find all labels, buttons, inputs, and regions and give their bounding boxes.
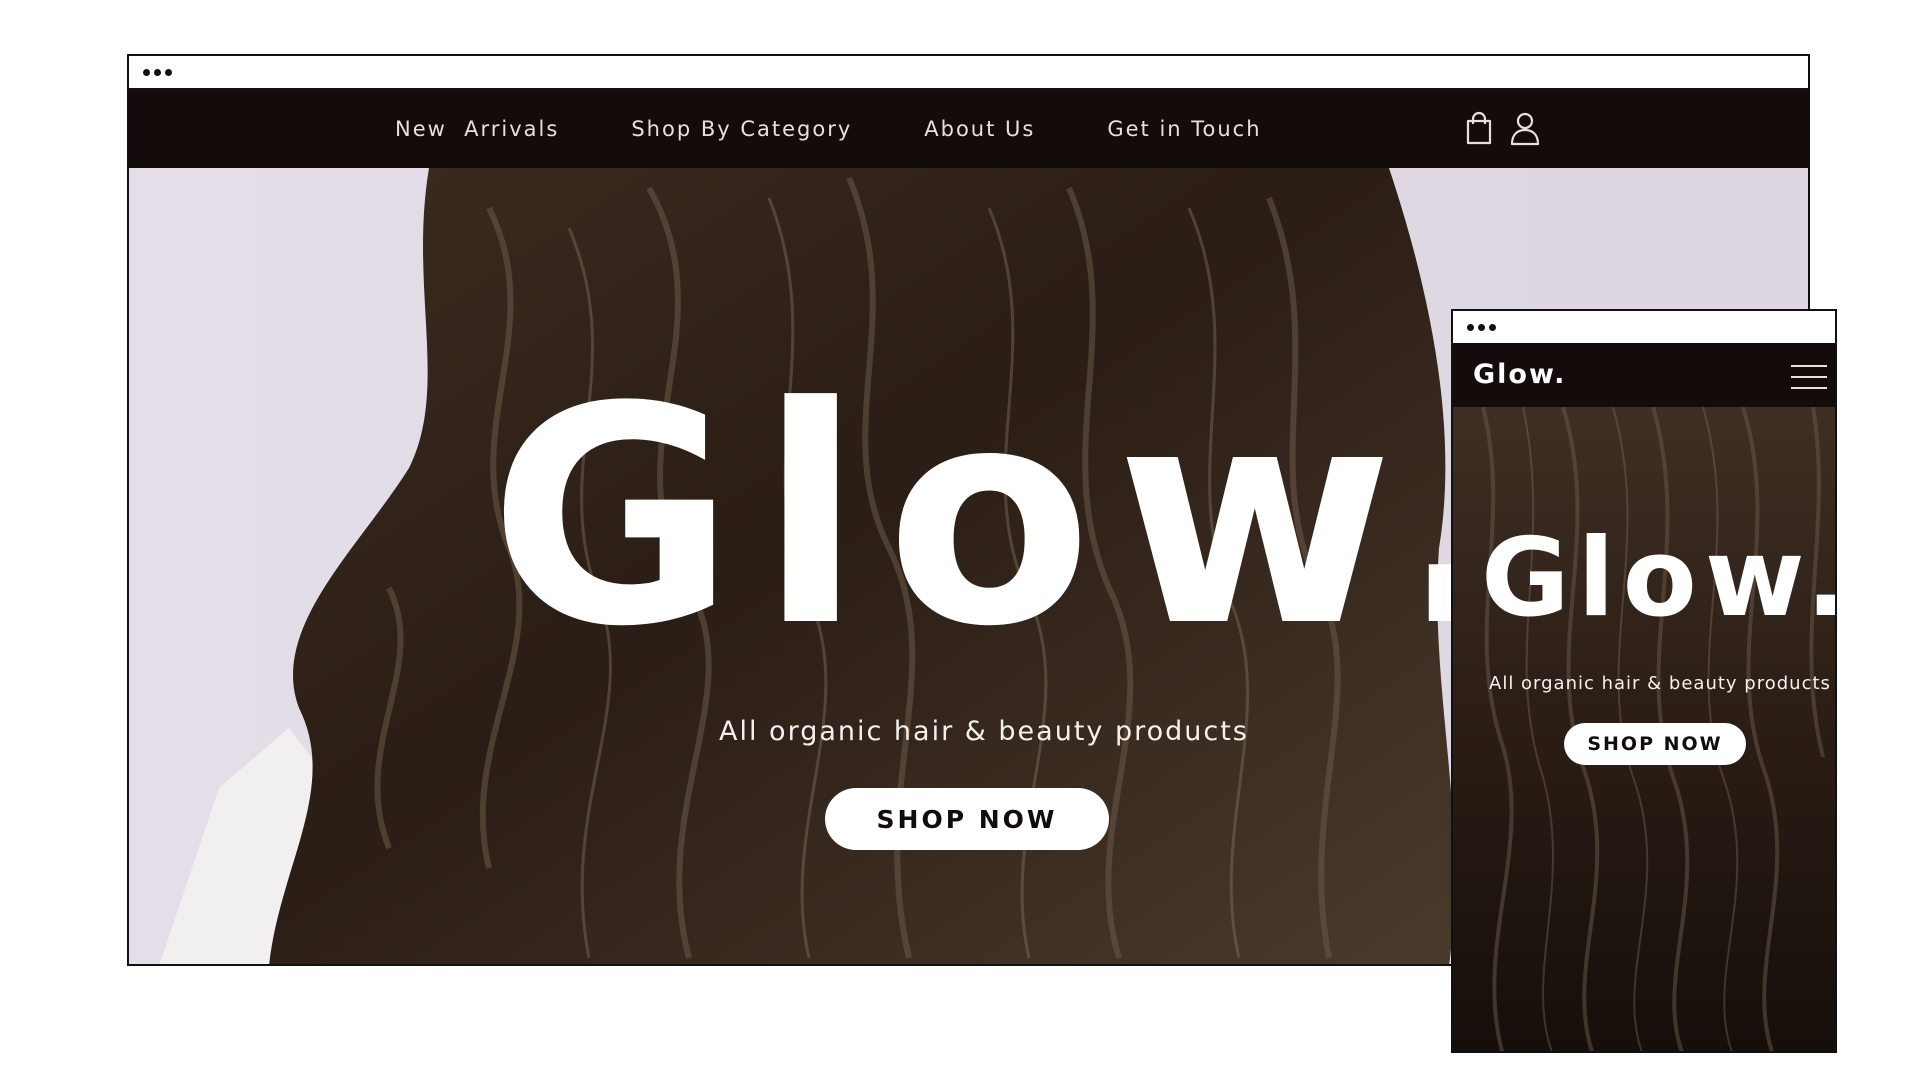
mobile-logo[interactable]: Glow. <box>1473 359 1566 390</box>
window-dot <box>1478 323 1485 331</box>
mobile-shop-now-button[interactable]: SHOP NOW <box>1564 723 1746 765</box>
window-dot <box>1489 323 1496 331</box>
hero-brand-title: Glow. <box>489 343 1537 692</box>
stage: New Arrivals Shop By Category About Us G… <box>0 0 1920 1080</box>
mobile-hero-brand-title: Glow. <box>1481 516 1835 641</box>
hamburger-menu-icon[interactable] <box>1789 363 1829 391</box>
nav-link-about-us[interactable]: About Us <box>924 117 1035 141</box>
mobile-hero-banner: Glow. All organic hair & beauty products… <box>1453 407 1835 1051</box>
nav-link-new-arrivals[interactable]: New Arrivals <box>395 117 559 141</box>
window-dot <box>165 68 172 76</box>
nav-links: New Arrivals Shop By Category About Us G… <box>395 90 1334 168</box>
nav-icons <box>1463 110 1555 146</box>
hero-subtitle: All organic hair & beauty products <box>719 716 1249 747</box>
mobile-window-bar <box>1453 311 1835 345</box>
shopping-bag-icon[interactable] <box>1463 110 1495 146</box>
nav-link-shop-by-category[interactable]: Shop By Category <box>631 117 852 141</box>
window-dot <box>1467 323 1474 331</box>
desktop-window-bar <box>129 56 1808 90</box>
window-dot <box>143 68 150 76</box>
nav-link-get-in-touch[interactable]: Get in Touch <box>1107 117 1261 141</box>
mobile-navbar: Glow. <box>1453 345 1835 407</box>
desktop-navbar: New Arrivals Shop By Category About Us G… <box>129 90 1808 168</box>
shop-now-button[interactable]: SHOP NOW <box>825 788 1109 850</box>
window-dot <box>154 68 161 76</box>
mobile-browser-window: Glow. Glow. All organic hair & beauty pr… <box>1451 309 1837 1053</box>
mobile-hero-subtitle: All organic hair & beauty products <box>1489 673 1831 694</box>
user-account-icon[interactable] <box>1509 110 1541 146</box>
